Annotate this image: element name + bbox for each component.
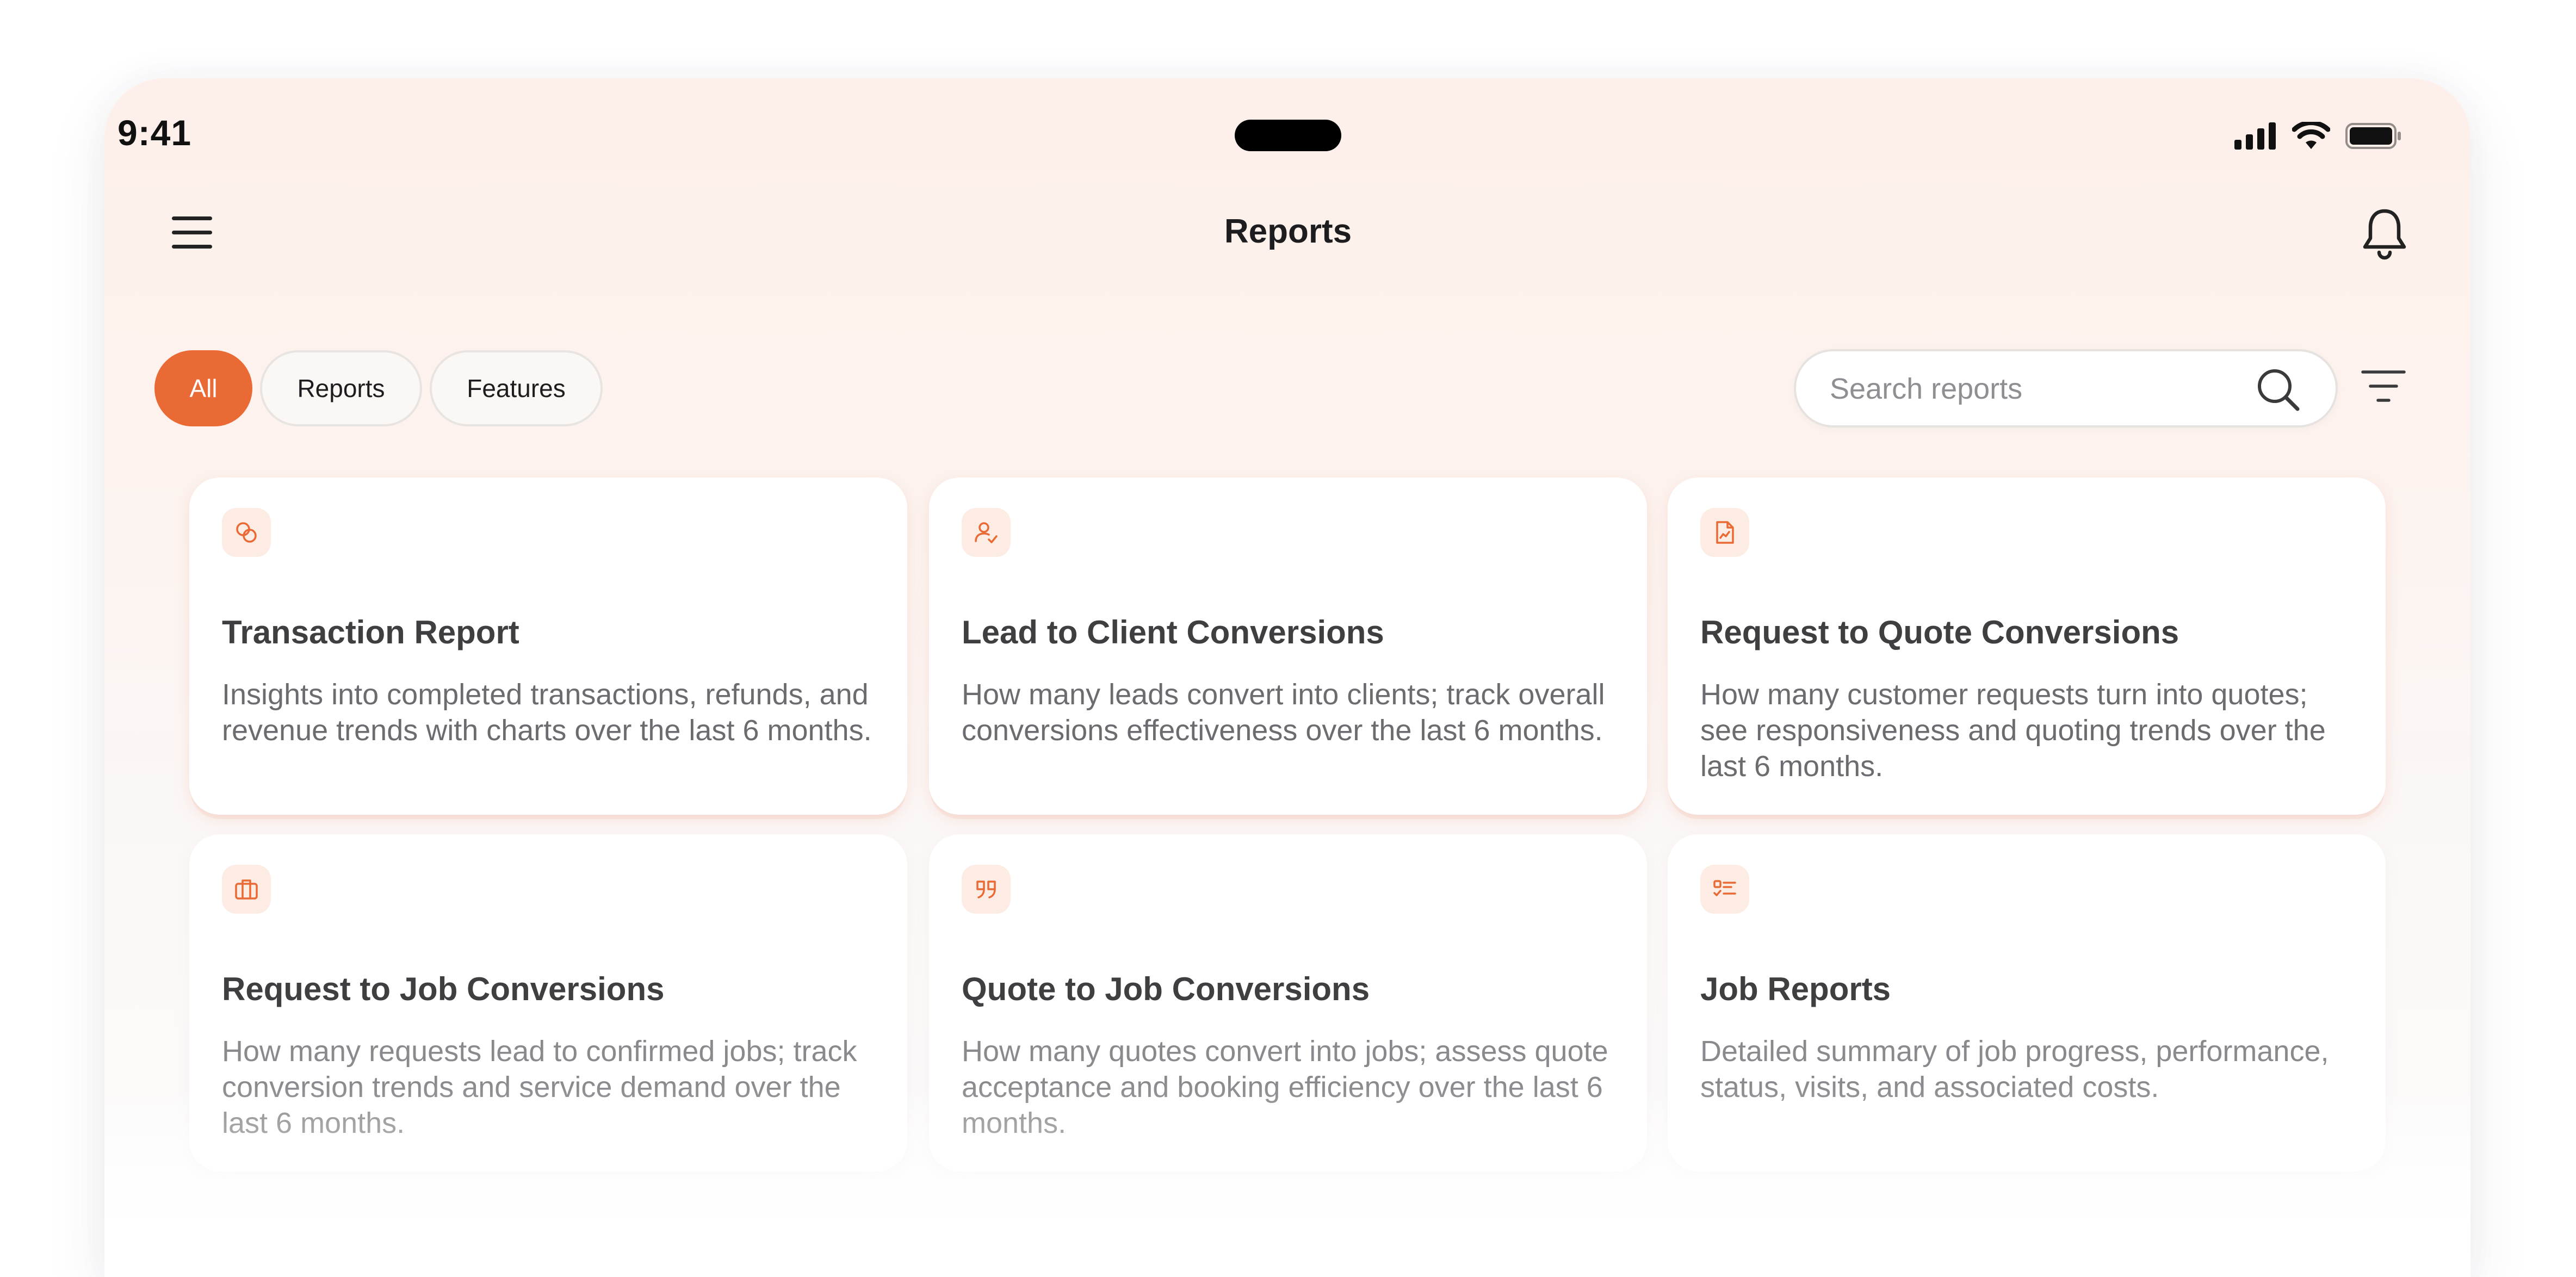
status-time: 9:41 (117, 113, 192, 153)
card-description: How many leads convert into clients; tra… (962, 678, 1605, 747)
card-title: Lead to Client Conversions (962, 614, 1384, 650)
report-card-transaction[interactable]: Transaction Report Insights into complet… (189, 478, 907, 815)
report-card-request-to-quote[interactable]: Request to Quote Conversions How many cu… (1668, 478, 2386, 815)
search-icon[interactable] (2255, 367, 2301, 412)
card-title: Request to Job Conversions (222, 971, 665, 1007)
card-icon-container (1700, 508, 1749, 557)
card-description: How many requests lead to confirmed jobs… (222, 1035, 857, 1139)
filter-lines-icon[interactable] (2361, 368, 2406, 407)
card-title: Job Reports (1700, 971, 1891, 1007)
dynamic-island (1235, 120, 1341, 151)
card-title: Request to Quote Conversions (1700, 614, 2179, 650)
report-card-lead-to-client[interactable]: Lead to Client Conversions How many lead… (929, 478, 1647, 815)
document-chart-icon (1716, 521, 1734, 544)
hamburger-menu-icon[interactable] (172, 215, 212, 250)
wifi-icon (2292, 122, 2330, 149)
report-card-request-to-job[interactable]: Request to Job Conversions How many requ… (189, 834, 907, 1171)
card-description: Detailed summary of job progress, perfor… (1700, 1035, 2329, 1104)
card-icon-container (962, 865, 1011, 914)
user-check-icon (975, 522, 998, 543)
page-title: Reports (1224, 213, 1352, 250)
chip-all[interactable]: All (154, 350, 252, 426)
search-box (1794, 349, 2338, 427)
chip-reports[interactable]: Reports (260, 350, 422, 426)
briefcase-icon (235, 879, 258, 900)
report-card-quote-to-job[interactable]: Quote to Job Conversions How many quotes… (929, 834, 1647, 1171)
card-icon-container (222, 508, 271, 557)
card-title: Quote to Job Conversions (962, 971, 1370, 1007)
chip-features[interactable]: Features (430, 350, 603, 426)
bell-icon[interactable] (2361, 207, 2408, 261)
cellular-signal-icon (2234, 122, 2276, 150)
status-icons (2234, 120, 2402, 152)
card-description: How many customer requests turn into quo… (1700, 678, 2326, 783)
card-description: How many quotes convert into jobs; asses… (962, 1035, 1608, 1139)
card-icon-container (222, 865, 271, 914)
card-title: Transaction Report (222, 614, 519, 650)
battery-icon (2345, 123, 2401, 149)
report-card-job-reports[interactable]: Job Reports Detailed summary of job prog… (1668, 834, 2386, 1171)
search-input[interactable] (1829, 351, 2255, 426)
card-icon-container (1700, 865, 1749, 914)
card-description: Insights into completed transactions, re… (222, 678, 872, 747)
checklist-icon (1713, 880, 1736, 896)
quote-marks-icon (976, 881, 996, 898)
coins-icon (236, 522, 257, 543)
card-icon-container (962, 508, 1011, 557)
